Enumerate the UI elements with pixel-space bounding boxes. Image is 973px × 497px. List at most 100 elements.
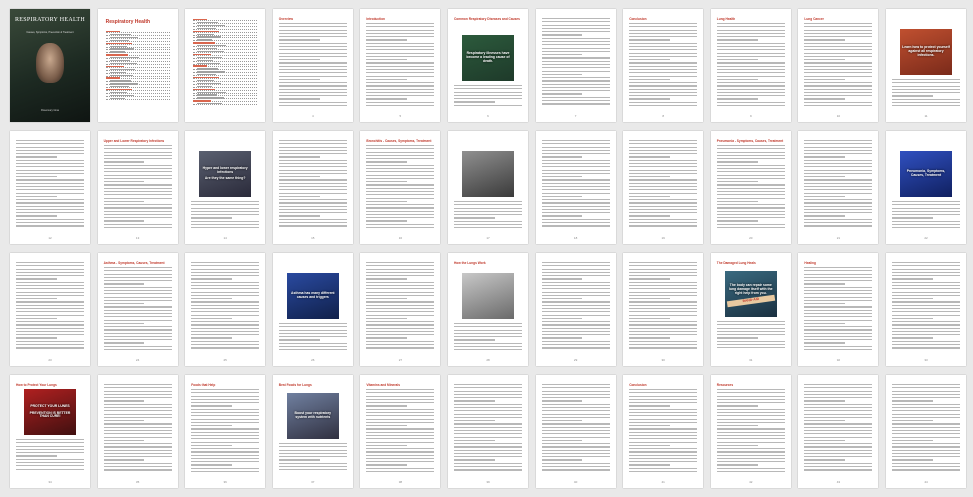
page-heading: Upper and Lower Respiratory Infections — [103, 139, 165, 143]
body-text — [716, 145, 785, 230]
document-page[interactable]: Lung Cancer 10 — [798, 9, 879, 122]
document-page[interactable]: 40 — [535, 375, 616, 488]
document-page[interactable]: 29 — [535, 253, 616, 366]
document-page[interactable]: Upper and Lower Respiratory Infections 13 — [97, 131, 178, 244]
body-text — [454, 201, 522, 231]
body-text — [366, 23, 435, 108]
body-text — [541, 140, 610, 229]
body-text — [892, 262, 960, 351]
cover-title: RESPIRATORY HEALTH — [14, 17, 86, 23]
document-page[interactable]: Lung Health 9 — [710, 9, 791, 122]
document-page[interactable]: Asthma - Symptoms, Causes, Treatment 24 — [97, 253, 178, 366]
document-page[interactable]: 33 — [886, 253, 966, 366]
document-page[interactable]: 19 — [623, 131, 704, 244]
body-text — [16, 262, 84, 351]
body-text — [541, 384, 610, 473]
page-number: 40 — [573, 480, 578, 484]
document-page[interactable]: How to Protect Your Lungs PROTECT YOUR LU… — [10, 375, 90, 488]
document-page[interactable]: 27 — [360, 253, 441, 366]
page-image: Hyper and lower respiratory infections Ar… — [199, 151, 252, 197]
page-image: Boost your respiratory system with nutri… — [286, 393, 339, 439]
document-page[interactable]: Vitamins and Minerals 38 — [360, 375, 441, 488]
page-number: 19 — [661, 236, 665, 240]
table-of-contents-page[interactable]: Respiratory Health — [97, 9, 178, 122]
document-page[interactable]: 30 — [623, 253, 704, 366]
document-page[interactable]: 35 — [97, 375, 178, 488]
body-text — [541, 18, 610, 107]
document-page[interactable]: Conclusion 41 — [623, 375, 704, 488]
page-number: 22 — [924, 236, 928, 240]
document-page[interactable]: 12 — [10, 131, 90, 244]
document-page[interactable]: 25 — [185, 253, 266, 366]
page-number: 42 — [749, 480, 753, 484]
document-page[interactable]: Learn how to protect yourself against al… — [886, 9, 966, 122]
page-heading: Common Respiratory Diseases and Causes — [454, 17, 520, 21]
table-of-contents-page[interactable] — [185, 9, 266, 122]
document-page[interactable]: How the Lungs Work 28 — [448, 253, 528, 366]
cover-face — [36, 43, 64, 83]
page-number: 21 — [836, 236, 841, 240]
page-heading: Foods that Help — [191, 383, 216, 387]
page-number: 26 — [311, 358, 315, 362]
page-number: 15 — [311, 236, 315, 240]
document-page[interactable]: 17 — [448, 131, 528, 244]
page-number: 17 — [486, 236, 490, 240]
image-caption: Learn how to protect yourself against al… — [902, 45, 950, 57]
document-page[interactable]: Common Respiratory Diseases and Causes Re… — [448, 9, 528, 122]
page-image: Respiratory illnesses have become a lead… — [462, 35, 514, 81]
body-text — [16, 439, 84, 472]
document-page[interactable]: Foods that Help 36 — [185, 375, 266, 488]
page-number: 32 — [836, 358, 841, 362]
body-text — [191, 262, 260, 351]
page-heading: Healing — [804, 261, 816, 265]
document-page[interactable]: Asthma has many different causes and tri… — [272, 253, 353, 366]
page-heading: Introduction — [366, 17, 385, 21]
cover-page[interactable]: RESPIRATORY HEALTH Causes, Symptoms, Prev… — [10, 9, 90, 122]
body-text — [191, 389, 260, 474]
document-page[interactable]: Introduction 5 — [360, 9, 441, 122]
page-heading: The Damaged Lung Heals — [716, 261, 756, 265]
document-page[interactable]: The Damaged Lung Heals The body can repai… — [710, 253, 791, 366]
page-number: 37 — [311, 480, 315, 484]
page-image: Asthma has many different causes and tri… — [286, 273, 339, 319]
page-number: 20 — [749, 236, 753, 240]
toc-entry[interactable] — [105, 97, 170, 100]
document-page[interactable]: 18 — [535, 131, 616, 244]
body-text — [366, 145, 435, 230]
page-image: PROTECT YOUR LUNES PREVENTION IS BETTER T… — [24, 389, 76, 435]
body-text — [629, 389, 698, 474]
body-text — [892, 201, 960, 231]
toc-entry[interactable] — [193, 103, 258, 106]
page-number: 41 — [661, 480, 665, 484]
page-image: Pneumonia, Symptoms, Causes, Treatment — [900, 151, 952, 197]
body-text — [804, 267, 873, 352]
document-page[interactable]: Best Foods for Lungs Boost your respirato… — [272, 375, 353, 488]
image-caption: Boost your respiratory system with nutri… — [294, 411, 332, 419]
document-page[interactable]: Pneumonia, Symptoms, Causes, Treatment 22 — [886, 131, 966, 244]
bandaid-label: BAND-AID — [726, 294, 775, 308]
document-page[interactable]: 15 — [272, 131, 353, 244]
page-heading: How the Lungs Work — [454, 261, 486, 265]
image-caption: Asthma has many different causes and tri… — [291, 291, 335, 299]
document-page[interactable]: Healing 32 — [798, 253, 879, 366]
page-number: 30 — [661, 358, 665, 362]
body-text — [804, 384, 873, 473]
document-page[interactable]: Conclusion 8 — [623, 9, 704, 122]
image-caption: Pneumonia, Symptoms, Causes, Treatment — [906, 169, 946, 177]
document-page[interactable]: Resources 42 — [710, 375, 791, 488]
page-number: 27 — [398, 358, 403, 362]
page-number: 38 — [398, 480, 403, 484]
document-page[interactable]: Hyper and lower respiratory infections Ar… — [185, 131, 266, 244]
page-image — [462, 151, 514, 197]
document-page[interactable]: 43 — [798, 375, 879, 488]
document-page[interactable]: Overview 4 — [272, 9, 353, 122]
document-page[interactable]: 7 — [535, 9, 616, 122]
body-text — [804, 23, 873, 108]
document-page[interactable]: 23 — [10, 253, 90, 366]
page-heading: Vitamins and Minerals — [366, 383, 400, 387]
document-page[interactable]: Bronchitis - Causes, Symptoms, Treatment… — [360, 131, 441, 244]
document-page[interactable]: Pneumonia - Symptoms, Causes, Treatment 2… — [710, 131, 791, 244]
document-page[interactable]: 39 — [448, 375, 528, 488]
document-page[interactable]: 44 — [886, 375, 966, 488]
document-page[interactable]: 21 — [798, 131, 879, 244]
